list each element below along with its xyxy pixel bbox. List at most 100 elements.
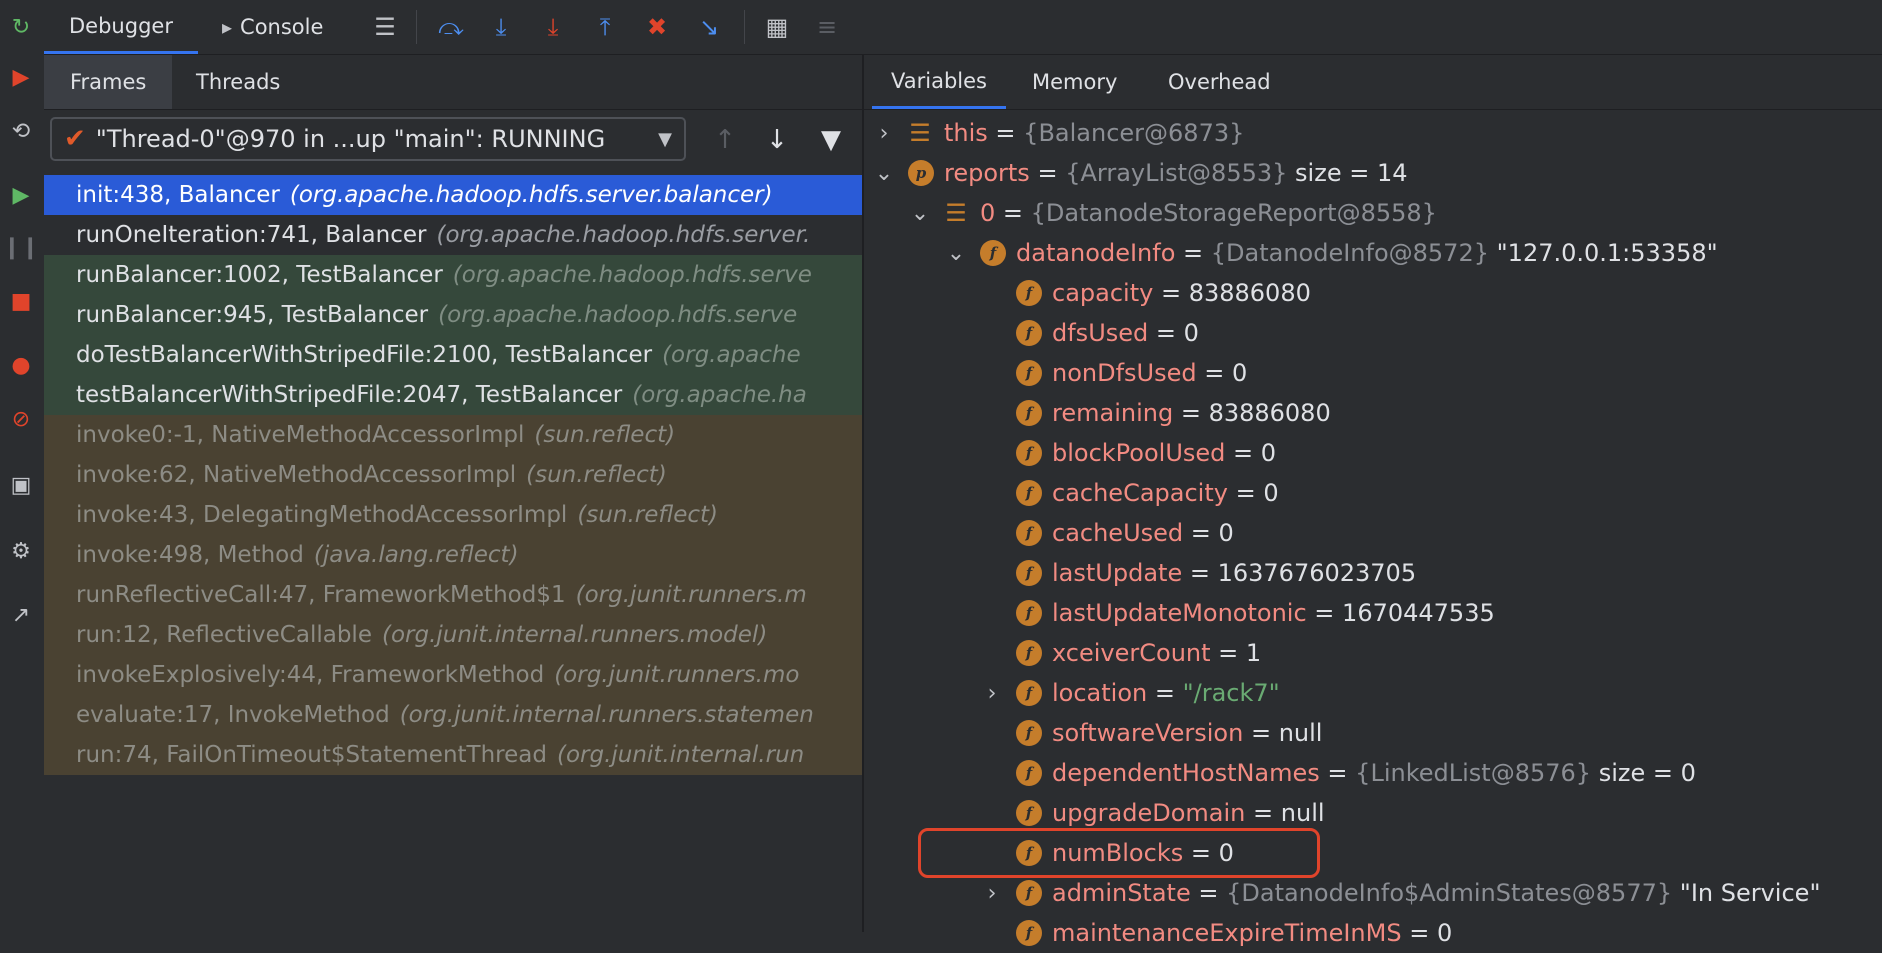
- stack-frame-row[interactable]: runBalancer:1002, TestBalancer (org.apach…: [44, 255, 862, 295]
- tab-threads[interactable]: Threads: [196, 55, 280, 109]
- tab-memory[interactable]: Memory: [1032, 55, 1117, 109]
- stack-frame-row[interactable]: testBalancerWithStripedFile:2047, TestBa…: [44, 375, 862, 415]
- equals-sign: =: [1306, 599, 1343, 627]
- variable-row[interactable]: f nonDfsUsed = 0: [864, 353, 1882, 393]
- variable-row[interactable]: f remaining = 83886080: [864, 393, 1882, 433]
- stack-frame-row[interactable]: runReflectiveCall:47, FrameworkMethod$1 (…: [44, 575, 862, 615]
- chevron-right-icon[interactable]: ›: [982, 681, 1002, 706]
- frames-panel: Frames Threads ✔ "Thread-0"@970 in ...up…: [44, 55, 862, 932]
- stack-frame-row[interactable]: init:438, Balancer (org.apache.hadoop.hdf…: [44, 175, 862, 215]
- rerun-icon[interactable]: ↻: [6, 12, 36, 42]
- variable-row[interactable]: f dfsUsed = 0: [864, 313, 1882, 353]
- force-step-into-icon[interactable]: ⤓: [536, 10, 570, 44]
- stack-frame-method: runBalancer:945, TestBalancer: [76, 302, 429, 328]
- variable-row[interactable]: f softwareVersion = null: [864, 713, 1882, 753]
- variable-reference: {ArrayList@8553}: [1065, 159, 1288, 187]
- variable-row[interactable]: f maintenanceExpireTimeInMS = 0: [864, 913, 1882, 953]
- chevron-down-icon[interactable]: ⌄: [946, 241, 966, 266]
- restart-frame-icon[interactable]: ⟲: [6, 116, 36, 146]
- thread-selector-value: "Thread-0"@970 in ...up "main": RUNNING: [95, 125, 606, 153]
- stack-frame-row[interactable]: run:74, FailOnTimeout$StatementThread (or…: [44, 735, 862, 775]
- variable-row[interactable]: ⌄ ☰ 0 = {DatanodeStorageReport@8558}: [864, 193, 1882, 233]
- variable-row[interactable]: f upgradeDomain = null: [864, 793, 1882, 833]
- evaluate-expression-icon[interactable]: ▦: [760, 10, 794, 44]
- filter-icon[interactable]: ▼: [814, 123, 848, 157]
- settings-gear-icon[interactable]: ⚙: [6, 536, 36, 566]
- field-icon: f: [1016, 600, 1042, 626]
- previous-frame-arrow-up-icon[interactable]: ↑: [708, 123, 742, 157]
- stack-frame-method: runReflectiveCall:47, FrameworkMethod$1: [76, 582, 566, 608]
- variable-value: 1: [1245, 639, 1262, 667]
- variable-row[interactable]: f lastUpdate = 1637676023705: [864, 553, 1882, 593]
- camera-icon[interactable]: ▣: [6, 470, 36, 500]
- stack-frame-row[interactable]: runOneIteration:741, Balancer (org.apache…: [44, 215, 862, 255]
- variable-row[interactable]: f dependentHostNames = {LinkedList@8576} …: [864, 753, 1882, 793]
- stack-frame-row[interactable]: doTestBalancerWithStripedFile:2100, Test…: [44, 335, 862, 375]
- chevron-right-icon[interactable]: ›: [982, 881, 1002, 906]
- variable-text: 0 = {DatanodeStorageReport@8558}: [980, 199, 1437, 227]
- stack-frame-row[interactable]: invoke0:-1, NativeMethodAccessorImpl (sun…: [44, 415, 862, 455]
- variable-text: capacity = 83886080: [1052, 279, 1311, 307]
- pin-tab-icon[interactable]: ↗: [6, 600, 36, 630]
- stack-frame-package: (sun.reflect): [577, 502, 719, 528]
- field-icon: f: [1016, 320, 1042, 346]
- chevron-down-icon[interactable]: ⌄: [874, 161, 894, 186]
- pause-program-icon[interactable]: ❙❙: [3, 232, 40, 262]
- drop-frame-icon[interactable]: ✖: [640, 10, 674, 44]
- equals-sign: =: [1227, 479, 1264, 507]
- variable-row[interactable]: f blockPoolUsed = 0: [864, 433, 1882, 473]
- tab-console[interactable]: ▸ Console: [222, 0, 323, 54]
- layout-menu-icon[interactable]: ☰: [368, 10, 402, 44]
- variable-row[interactable]: ⌄ p reports = {ArrayList@8553} size = 14: [864, 153, 1882, 193]
- step-out-icon[interactable]: ⤒: [588, 10, 622, 44]
- variable-text: cacheUsed = 0: [1052, 519, 1234, 547]
- variable-row[interactable]: f lastUpdateMonotonic = 1670447535: [864, 593, 1882, 633]
- equals-sign: =: [1401, 919, 1437, 947]
- variable-extra: "127.0.0.1:53358": [1496, 239, 1718, 267]
- variable-row[interactable]: f capacity = 83886080: [864, 273, 1882, 313]
- variable-row[interactable]: f cacheCapacity = 0: [864, 473, 1882, 513]
- tab-debugger-label: Debugger: [69, 13, 173, 38]
- stack-frame-row[interactable]: run:12, ReflectiveCallable (org.junit.int…: [44, 615, 862, 655]
- rerun-failed-tests-icon[interactable]: ▶: [6, 62, 36, 92]
- run-to-cursor-icon[interactable]: ↘: [692, 10, 726, 44]
- variable-row[interactable]: f cacheUsed = 0: [864, 513, 1882, 553]
- resume-program-icon[interactable]: ▶: [6, 180, 36, 210]
- variable-row[interactable]: › f location = "/rack7": [864, 673, 1882, 713]
- stack-frame-row[interactable]: runBalancer:945, TestBalancer (org.apache…: [44, 295, 862, 335]
- step-over-icon[interactable]: ⤼: [434, 10, 468, 44]
- stack-frame-row[interactable]: invoke:43, DelegatingMethodAccessorImpl (…: [44, 495, 862, 535]
- variable-row[interactable]: › f adminState = {DatanodeInfo$AdminStates…: [864, 873, 1882, 913]
- stack-frame-row[interactable]: invoke:62, NativeMethodAccessorImpl (sun.…: [44, 455, 862, 495]
- variable-row[interactable]: ⌄ f datanodeInfo = {DatanodeInfo@8572} "12…: [864, 233, 1882, 273]
- chevron-right-icon[interactable]: ›: [874, 121, 894, 146]
- stack-frame-row[interactable]: invokeExplosively:44, FrameworkMethod (or…: [44, 655, 862, 695]
- stack-frame-method: invokeExplosively:44, FrameworkMethod: [76, 662, 545, 688]
- stack-frame-package: (org.apache.hadoop.hdfs.serve: [438, 302, 798, 328]
- variable-extra: size = 14: [1295, 159, 1408, 187]
- chevron-down-icon[interactable]: ⌄: [910, 201, 930, 226]
- view-breakpoints-icon[interactable]: ●: [6, 350, 36, 380]
- tab-debugger[interactable]: Debugger: [44, 0, 198, 54]
- trace-current-stream-icon[interactable]: ≡: [810, 10, 844, 44]
- stack-frame-row[interactable]: evaluate:17, InvokeMethod (org.junit.inte…: [44, 695, 862, 735]
- variable-row[interactable]: f xceiverCount = 1: [864, 633, 1882, 673]
- field-icon: f: [980, 240, 1006, 266]
- stack-frame-package: (org.apache.hadoop.hdfs.serve: [452, 262, 812, 288]
- equals-sign: =: [1173, 399, 1209, 427]
- field-icon: f: [1016, 280, 1042, 306]
- mute-breakpoints-icon[interactable]: ⊘: [6, 404, 36, 434]
- tab-frames[interactable]: Frames: [44, 55, 173, 109]
- tab-variables[interactable]: Variables: [872, 55, 1006, 109]
- thread-selector-dropdown[interactable]: ✔ "Thread-0"@970 in ...up "main": RUNNIN…: [50, 117, 686, 161]
- stop-icon[interactable]: ■: [6, 286, 36, 316]
- equals-sign: =: [1182, 559, 1218, 587]
- toolbar-separator: [416, 10, 417, 44]
- next-frame-arrow-down-icon[interactable]: ↓: [760, 123, 794, 157]
- step-into-icon[interactable]: ⤓: [484, 10, 518, 44]
- stack-frame-package: (sun.reflect): [534, 422, 676, 448]
- stack-frame-row[interactable]: invoke:498, Method (java.lang.reflect): [44, 535, 862, 575]
- tab-overhead[interactable]: Overhead: [1168, 55, 1271, 109]
- equals-sign: =: [1196, 359, 1232, 387]
- variable-row[interactable]: › ☰ this = {Balancer@6873}: [864, 113, 1882, 153]
